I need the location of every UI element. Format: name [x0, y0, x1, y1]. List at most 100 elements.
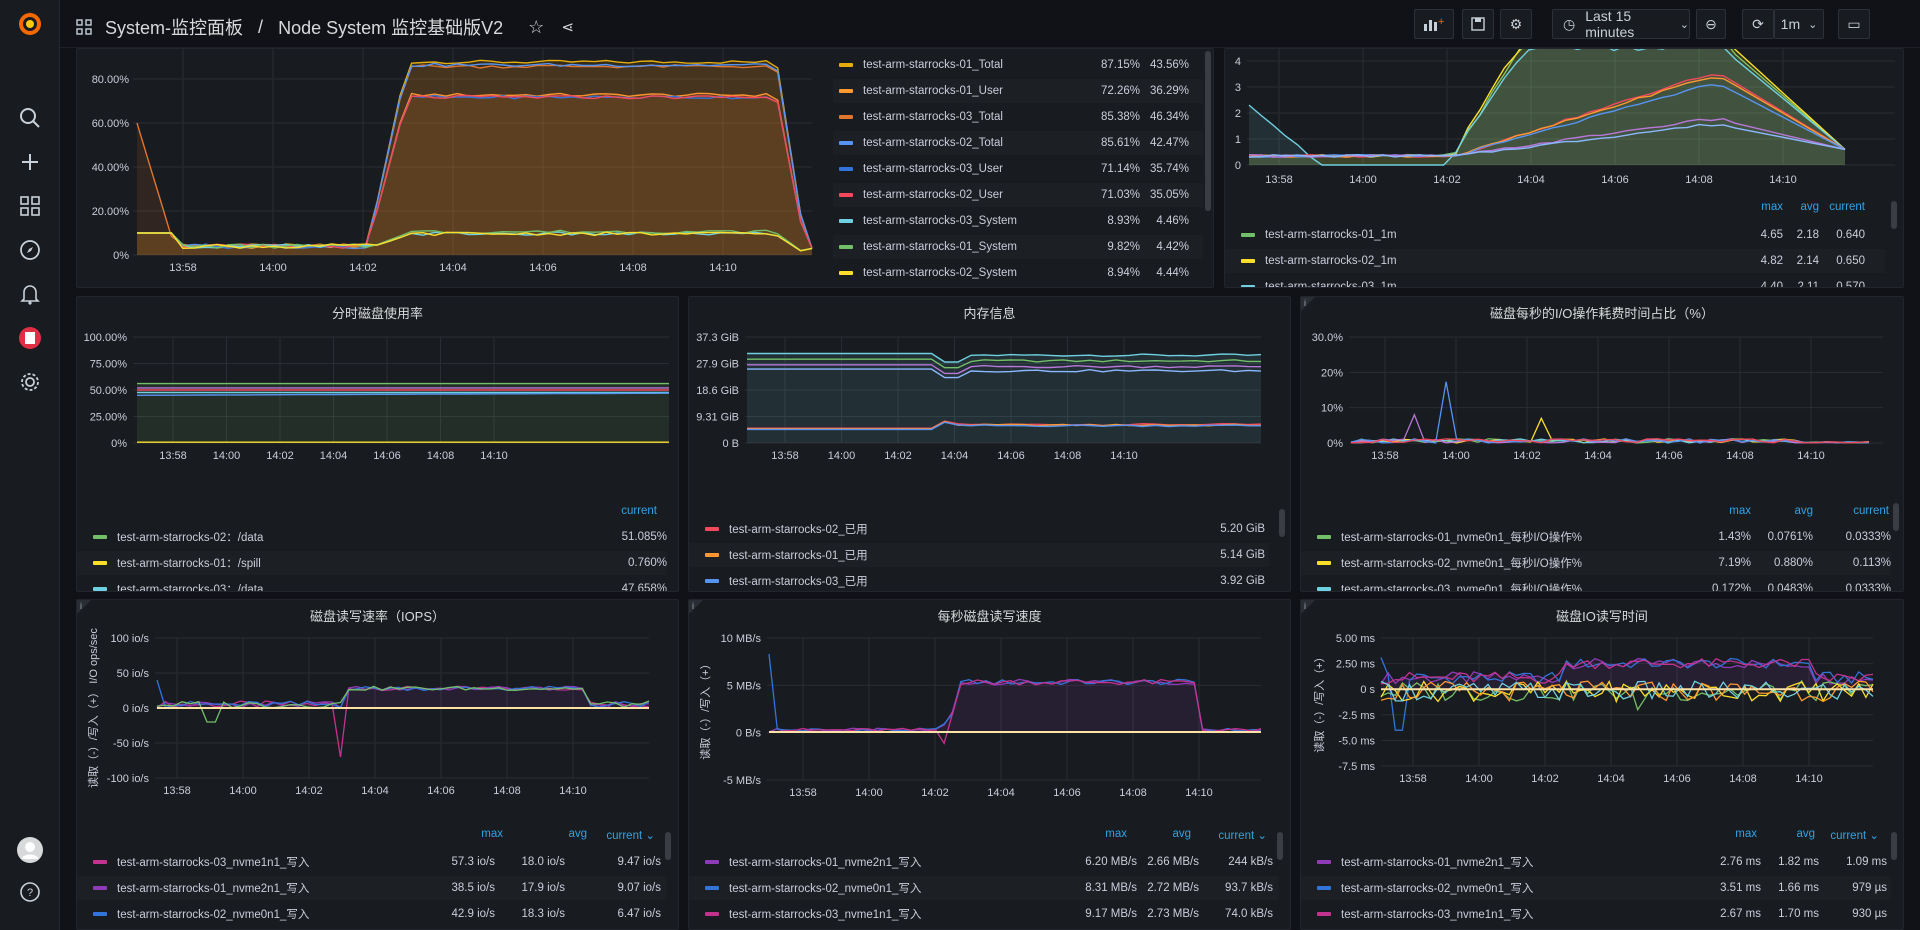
legend-color-swatch [93, 860, 107, 864]
legend-value-cur: 9.47 io/s [617, 856, 661, 868]
settings-gear-icon[interactable]: ⚙ [1500, 9, 1532, 39]
y-tick-label: 0% [113, 250, 129, 262]
y-tick-label: 3 [1235, 82, 1241, 94]
legend-item[interactable]: test-arm-starrocks-03_已用 3.92 GiB [689, 569, 1269, 591]
legend-item[interactable]: test-arm-starrocks-02_已用 5.20 GiB [689, 517, 1269, 541]
legend-scrollbar[interactable] [1277, 832, 1283, 860]
legend-item[interactable]: test-arm-starrocks-03_1m 4.40 2.11 0.570 [1225, 275, 1885, 288]
legend-scrollbar[interactable] [1891, 201, 1897, 229]
legend-item[interactable]: test-arm-starrocks-02_User71.03%35.05%0.… [833, 183, 1203, 207]
legend-item[interactable]: test-arm-starrocks-01_1m 4.65 2.18 0.640 [1225, 223, 1885, 247]
y-tick-label: 37.3 GiB [696, 332, 739, 344]
y-tick-label: 1 [1235, 134, 1241, 146]
legend-header-max[interactable]: max [433, 828, 503, 840]
legend-header-cur[interactable]: current ⌄ [1197, 828, 1267, 842]
plugin-icon[interactable] [18, 326, 42, 350]
plus-icon[interactable] [18, 150, 42, 174]
legend-item[interactable]: test-arm-starrocks-03_nvme1n1_写入 2.67 ms 1… [1301, 902, 1891, 926]
legend-series-name: test-arm-starrocks-02_1m [1265, 255, 1397, 267]
legend-header-avg[interactable]: avg [1121, 828, 1191, 840]
legend-scrollbar[interactable] [665, 832, 671, 860]
legend-item[interactable]: test-arm-starrocks-01_User72.26%36.29%2.… [833, 79, 1203, 103]
x-tick-label: 14:00 [828, 450, 856, 462]
save-icon[interactable] [1462, 9, 1494, 39]
legend-header-avg[interactable]: avg [1743, 505, 1813, 517]
y-tick-label: 27.9 GiB [696, 359, 739, 371]
legend-header-avg[interactable]: avg [517, 828, 587, 840]
legend-color-swatch [839, 245, 853, 249]
dashboards-icon[interactable] [18, 194, 42, 218]
add-panel-button[interactable]: + [1414, 9, 1454, 39]
legend-item[interactable]: test-arm-starrocks-02_1m 4.82 2.14 0.650 [1225, 249, 1885, 273]
legend-item[interactable]: test-arm-starrocks-02_nvme0n1_每秒I/O操作% 7.… [1301, 551, 1891, 575]
legend-item[interactable]: test-arm-starrocks-02_nvme0n1_写入 3.51 ms 1… [1301, 876, 1891, 900]
legend-value-cur: 0.570 [1836, 281, 1865, 288]
legend-header-max[interactable]: max [1057, 828, 1127, 840]
legend-value-cur: 9.07 io/s [617, 882, 661, 894]
legend-header-cur[interactable]: current [587, 505, 657, 517]
legend-color-swatch [705, 886, 719, 890]
legend-header-cur[interactable]: current [1795, 201, 1865, 213]
time-picker[interactable]: ◷ Last 15 minutes ⌄ [1552, 8, 1690, 40]
legend-item[interactable]: test-arm-starrocks-02_System8.94%4.44%0.… [833, 261, 1203, 285]
legend-scrollbar[interactable] [1893, 503, 1899, 531]
refresh-icon[interactable]: ⟳ [1742, 9, 1774, 39]
legend-item[interactable]: test-arm-starrocks-02：/data 51.085% [77, 525, 667, 549]
legend-item[interactable]: test-arm-starrocks-03：/data 47.658% [77, 577, 667, 591]
legend-item[interactable]: test-arm-starrocks-01_System9.82%4.42%0.… [833, 235, 1203, 259]
legend-item[interactable]: test-arm-starrocks-01_Total87.15%43.56%3… [833, 53, 1203, 77]
alert-bell-icon[interactable] [18, 282, 42, 306]
zoom-out-icon[interactable]: ⊖ [1696, 9, 1726, 39]
legend-value-cur: 0.0333% [1845, 583, 1891, 592]
legend-header-cur[interactable]: current ⌄ [1809, 828, 1879, 842]
legend-scrollbar[interactable] [1279, 509, 1285, 537]
refresh-interval-picker[interactable]: 1m ⌄ [1774, 9, 1824, 39]
user-avatar[interactable] [16, 836, 44, 864]
y-tick-label: 100 io/s [110, 633, 149, 645]
x-tick-label: 14:10 [559, 785, 587, 797]
legend-item[interactable]: test-arm-starrocks-02_nvme0n1_写入 8.31 MB/… [689, 876, 1279, 900]
tv-mode-icon[interactable]: ▭ [1838, 9, 1870, 39]
legend-item[interactable]: test-arm-starrocks-01_nvme0n1_每秒I/O操作% 1.… [1301, 525, 1891, 549]
y-tick-label: -7.5 ms [1338, 761, 1375, 773]
legend-header-avg[interactable]: avg [1745, 828, 1815, 840]
legend-value-cur: 93.7 kB/s [1225, 882, 1273, 894]
legend-color-swatch [1317, 860, 1331, 864]
legend-value-cur: 0.49% [1173, 241, 1213, 253]
legend-item[interactable]: test-arm-starrocks-03_nvme0n1_每秒I/O操作% 0.… [1301, 577, 1891, 592]
legend-series-name: test-arm-starrocks-02_User [863, 189, 1003, 201]
star-icon[interactable]: ☆ [528, 17, 544, 37]
legend-color-swatch [839, 115, 853, 119]
grafana-logo[interactable] [16, 10, 44, 38]
search-icon[interactable] [18, 106, 42, 130]
legend-series-name: test-arm-starrocks-03_nvme1n1_写入 [1341, 909, 1534, 921]
legend-item[interactable]: test-arm-starrocks-02_nvme0n1_写入 42.9 io/… [77, 902, 667, 926]
x-tick-label: 14:00 [213, 450, 241, 462]
breadcrumb-folder[interactable]: System-监控面板 [105, 18, 243, 38]
explore-icon[interactable] [18, 238, 42, 262]
legend-header-cur[interactable]: current ⌄ [585, 828, 655, 842]
x-tick-label: 14:10 [1795, 773, 1823, 785]
gear-icon[interactable] [18, 370, 42, 394]
legend-header-max[interactable]: max [1681, 505, 1751, 517]
help-icon[interactable]: ? [18, 880, 42, 904]
legend-item[interactable]: test-arm-starrocks-01_已用 5.14 GiB [689, 543, 1269, 567]
legend-item[interactable]: test-arm-starrocks-01_nvme2n1_写入 38.5 io/… [77, 876, 667, 900]
legend-item[interactable]: test-arm-starrocks-03_User71.14%35.74%0.… [833, 157, 1203, 181]
legend-item[interactable]: test-arm-starrocks-03_nvme1n1_写入 57.3 io/… [77, 850, 667, 874]
legend-item[interactable]: test-arm-starrocks-01_nvme2n1_写入 2.76 ms 1… [1301, 850, 1891, 874]
legend-item[interactable]: test-arm-starrocks-03_System8.93%4.46%0.… [833, 209, 1203, 233]
legend-scrollbar[interactable] [1891, 832, 1897, 860]
legend-series-name: test-arm-starrocks-03_nvme0n1_每秒I/O操作% [1341, 584, 1582, 592]
legend-series-name: test-arm-starrocks-03_System [863, 215, 1018, 227]
legend-value-max: 38.5 io/s [451, 882, 495, 894]
legend-header-cur[interactable]: current [1819, 505, 1889, 517]
legend-scrollbar[interactable] [1205, 51, 1211, 211]
legend-item[interactable]: test-arm-starrocks-03_nvme1n1_写入 9.17 MB/… [689, 902, 1279, 926]
page-title[interactable]: Node System 监控基础版V2 [278, 18, 503, 38]
share-icon[interactable]: ⋖ [561, 19, 574, 36]
legend-item[interactable]: test-arm-starrocks-02_Total85.61%42.47%1… [833, 131, 1203, 155]
legend-item[interactable]: test-arm-starrocks-01：/spill 0.760% [77, 551, 667, 575]
legend-item[interactable]: test-arm-starrocks-01_nvme2n1_写入 6.20 MB/… [689, 850, 1279, 874]
legend-item[interactable]: test-arm-starrocks-03_Total85.38%46.34%1… [833, 105, 1203, 129]
